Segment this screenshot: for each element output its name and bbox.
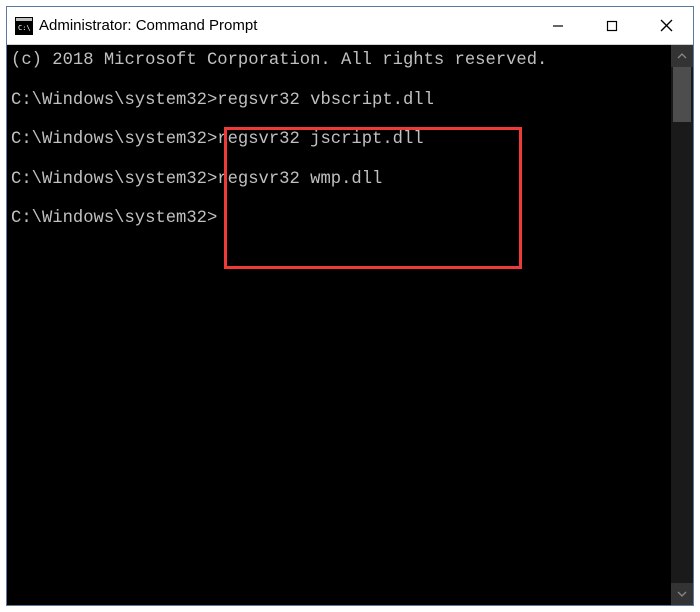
prompt: C:\Windows\system32> [11, 130, 217, 149]
scrollbar-track[interactable] [671, 67, 693, 583]
prompt: C:\Windows\system32> [11, 209, 217, 228]
prompt: C:\Windows\system32> [11, 91, 217, 110]
vertical-scrollbar[interactable] [671, 45, 693, 605]
minimize-button[interactable] [531, 7, 585, 44]
window-controls [531, 7, 693, 44]
window-title: Administrator: Command Prompt [39, 17, 531, 34]
command-text: regsvr32 wmp.dll [217, 170, 382, 189]
titlebar[interactable]: C:\ Administrator: Command Prompt [7, 7, 693, 45]
close-button[interactable] [639, 7, 693, 44]
prompt: C:\Windows\system32> [11, 170, 217, 189]
terminal[interactable]: (c) 2018 Microsoft Corporation. All righ… [7, 45, 671, 605]
command-text: regsvr32 vbscript.dll [217, 91, 434, 110]
maximize-button[interactable] [585, 7, 639, 44]
command-prompt-window: C:\ Administrator: Command Prompt (c) 20… [6, 6, 694, 606]
svg-text:C:\: C:\ [18, 24, 31, 32]
command-line: C:\Windows\system32>regsvr32 vbscript.dl… [11, 91, 667, 111]
copyright-line: (c) 2018 Microsoft Corporation. All righ… [11, 51, 667, 71]
cmd-icon: C:\ [15, 17, 33, 35]
scroll-down-button[interactable] [671, 583, 693, 605]
command-line: C:\Windows\system32> [11, 209, 667, 229]
scroll-up-button[interactable] [671, 45, 693, 67]
terminal-area: (c) 2018 Microsoft Corporation. All righ… [7, 45, 693, 605]
scrollbar-thumb[interactable] [673, 67, 691, 122]
command-line: C:\Windows\system32>regsvr32 jscript.dll [11, 130, 667, 150]
command-line: C:\Windows\system32>regsvr32 wmp.dll [11, 170, 667, 190]
command-text: regsvr32 jscript.dll [217, 130, 423, 149]
